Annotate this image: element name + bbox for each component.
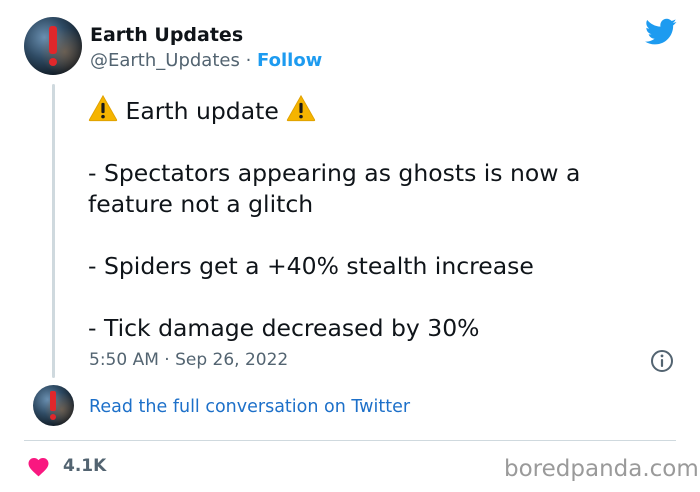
tweet-title: Earth update <box>125 97 279 125</box>
author-name[interactable]: Earth Updates <box>90 22 243 48</box>
tweet-line: - Tick damage decreased by 30% <box>88 314 480 342</box>
handle-separator: · <box>245 50 252 71</box>
avatar-exclamation-bar <box>50 391 56 411</box>
follow-button[interactable]: Follow <box>257 50 322 71</box>
tweet-line: - Spiders get a +40% stealth increase <box>88 252 534 280</box>
twitter-bird-icon[interactable] <box>645 18 677 46</box>
author-handle[interactable]: @Earth_Updates <box>90 50 240 71</box>
like-count[interactable]: 4.1K <box>63 455 106 477</box>
read-conversation-link[interactable]: Read the full conversation on Twitter <box>89 396 410 418</box>
tweet-text: Earth update - Spectators appearing as g… <box>88 94 678 344</box>
author-handle-row: @Earth_Updates · Follow <box>90 49 322 73</box>
divider <box>24 440 676 441</box>
info-icon[interactable] <box>650 349 674 373</box>
heart-icon[interactable] <box>26 455 51 477</box>
avatar-exclamation-dot <box>49 58 57 66</box>
tweet-timestamp[interactable]: 5:50 AM · Sep 26, 2022 <box>89 349 288 371</box>
tweet-title-line: Earth update <box>88 94 678 127</box>
tweet-line: - Spectators appearing as ghosts is now … <box>88 159 581 187</box>
thread-line <box>52 84 55 378</box>
warning-icon <box>287 94 316 122</box>
avatar[interactable] <box>24 17 82 75</box>
watermark: boredpanda.com <box>504 456 699 482</box>
tweet-line: feature not a glitch <box>88 190 314 218</box>
avatar-exclamation-dot <box>50 414 56 420</box>
avatar-small[interactable] <box>33 385 74 426</box>
avatar-exclamation-bar <box>49 26 57 54</box>
warning-icon <box>88 94 118 122</box>
